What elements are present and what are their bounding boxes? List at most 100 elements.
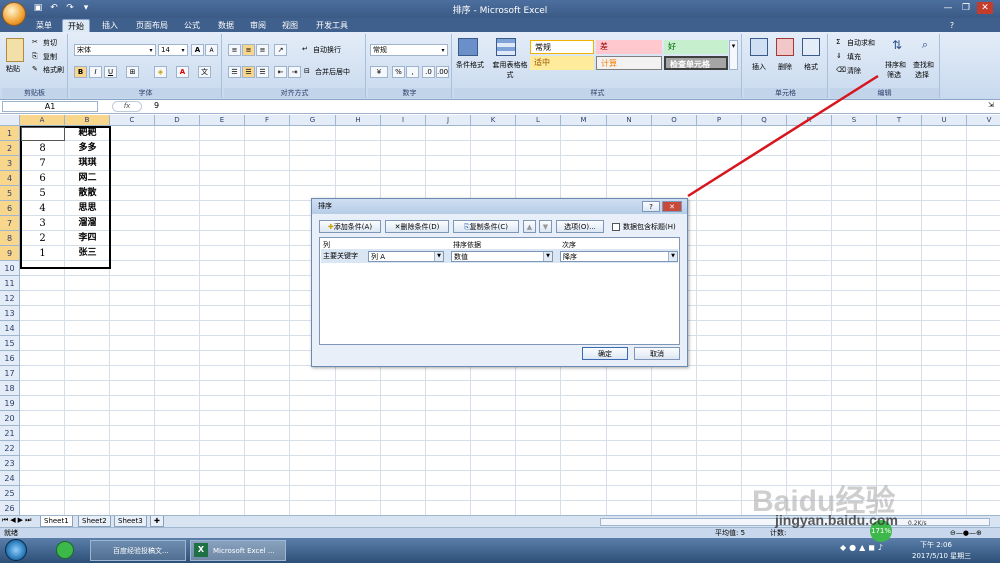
sheet-tab-1[interactable]: Sheet1 xyxy=(40,516,73,527)
tray-icons[interactable]: ◆●▲◼♪ xyxy=(840,543,886,552)
align-top-icon[interactable]: ≡ xyxy=(228,44,241,56)
has-headers-checkbox[interactable] xyxy=(612,223,620,231)
format-cells-icon[interactable] xyxy=(802,38,820,56)
column-header-a[interactable]: A xyxy=(20,115,65,126)
align-bottom-icon[interactable]: ≡ xyxy=(256,44,269,56)
customize-qat-icon[interactable]: ▾ xyxy=(80,2,92,14)
conditional-format-button[interactable]: 条件格式 xyxy=(456,60,484,70)
tab-data[interactable]: 数据 xyxy=(212,19,240,32)
number-format-combo[interactable]: 常规 ▾ xyxy=(370,44,448,56)
row-header-13[interactable]: 13 xyxy=(0,306,20,321)
autosum-button[interactable]: Σ 自动求和 xyxy=(836,38,875,48)
close-button[interactable]: ✕ xyxy=(977,2,993,14)
column-header-n[interactable]: N xyxy=(607,115,652,126)
merge-center-button[interactable]: ⊟ 合并后居中 xyxy=(304,67,350,77)
column-header-d[interactable]: D xyxy=(155,115,200,126)
table-format-button[interactable]: 套用表格格式 xyxy=(490,60,530,80)
taskbar-item-browser[interactable]: 百度经验投稿文... xyxy=(90,540,186,561)
align-center-icon[interactable]: ☰ xyxy=(242,66,255,78)
minimize-button[interactable]: — xyxy=(940,2,956,14)
column-header-j[interactable]: J xyxy=(426,115,471,126)
insert-function-icon[interactable]: fx xyxy=(112,101,142,112)
active-cell[interactable] xyxy=(21,127,65,141)
style-bad[interactable]: 差 xyxy=(596,40,662,54)
binoculars-icon[interactable]: ⌕ xyxy=(916,38,934,56)
column-header-t[interactable]: T xyxy=(877,115,922,126)
row-header-4[interactable]: 4 xyxy=(0,171,20,186)
increase-indent-icon[interactable]: ⇥ xyxy=(288,66,301,78)
row-header-26[interactable]: 26 xyxy=(0,501,20,515)
expand-formula-bar-icon[interactable]: ⇲ xyxy=(988,101,998,112)
row-header-7[interactable]: 7 xyxy=(0,216,20,231)
tab-developer[interactable]: 开发工具 xyxy=(310,19,354,32)
align-left-icon[interactable]: ☰ xyxy=(228,66,241,78)
tab-page-layout[interactable]: 页面布局 xyxy=(132,19,172,32)
sort-filter-icon[interactable]: ⇅ xyxy=(888,38,906,56)
find-select-button-line2[interactable]: 选择 xyxy=(915,70,929,80)
insert-cells-icon[interactable] xyxy=(750,38,768,56)
phonetic-icon[interactable]: 文 xyxy=(198,66,211,78)
row-header-11[interactable]: 11 xyxy=(0,276,20,291)
orientation-icon[interactable]: ↗ xyxy=(274,44,287,56)
copy-button[interactable]: ⎘ 复制 xyxy=(32,52,57,62)
row-header-1[interactable]: 1 xyxy=(0,126,20,141)
row-header-2[interactable]: 2 xyxy=(0,141,20,156)
start-button[interactable] xyxy=(5,539,27,561)
browser-icon[interactable] xyxy=(56,541,74,559)
office-button[interactable] xyxy=(2,2,26,26)
tab-view[interactable]: 视图 xyxy=(276,19,304,32)
row-header-3[interactable]: 3 xyxy=(0,156,20,171)
sort-order-select[interactable]: 降序 ▼ xyxy=(560,251,678,262)
clear-button[interactable]: ⌫清除 xyxy=(836,66,861,76)
row-header-20[interactable]: 20 xyxy=(0,411,20,426)
row-header-6[interactable]: 6 xyxy=(0,201,20,216)
insert-sheet-icon[interactable]: ✚ xyxy=(150,516,164,527)
undo-icon[interactable]: ↶ xyxy=(48,2,60,14)
style-neutral[interactable]: 适中 xyxy=(530,56,594,70)
find-select-button[interactable]: 查找和 xyxy=(913,60,934,70)
cancel-button[interactable]: 取消 xyxy=(634,347,680,360)
font-name-combo[interactable]: 宋体 ▾ xyxy=(74,44,156,56)
formula-input[interactable]: 9 xyxy=(154,101,159,110)
row-header-23[interactable]: 23 xyxy=(0,456,20,471)
format-painter-button[interactable]: ✎ 格式刷 xyxy=(32,65,64,75)
column-header-r[interactable]: R xyxy=(787,115,832,126)
decrease-indent-icon[interactable]: ⇤ xyxy=(274,66,287,78)
clock-time[interactable]: 下午 2:06 xyxy=(920,540,952,550)
redo-icon[interactable]: ↷ xyxy=(64,2,76,14)
column-header-p[interactable]: P xyxy=(697,115,742,126)
format-cells-button[interactable]: 格式 xyxy=(804,62,818,72)
table-format-icon[interactable] xyxy=(496,38,516,56)
row-header-5[interactable]: 5 xyxy=(0,186,20,201)
delete-cells-icon[interactable] xyxy=(776,38,794,56)
row-header-15[interactable]: 15 xyxy=(0,336,20,351)
delete-cells-button[interactable]: 删除 xyxy=(778,62,792,72)
row-header-14[interactable]: 14 xyxy=(0,321,20,336)
name-box[interactable]: A1 xyxy=(2,101,98,112)
column-header-e[interactable]: E xyxy=(200,115,245,126)
column-header-q[interactable]: Q xyxy=(742,115,787,126)
align-middle-icon[interactable]: ≡ xyxy=(242,44,255,56)
column-header-u[interactable]: U xyxy=(922,115,967,126)
sheet-tab-2[interactable]: Sheet2 xyxy=(78,516,111,527)
font-size-combo[interactable]: 14 ▾ xyxy=(158,44,188,56)
fill-button[interactable]: ⇓ 填充 xyxy=(836,52,861,62)
tab-formulas[interactable]: 公式 xyxy=(178,19,206,32)
bold-button[interactable]: B xyxy=(74,66,87,78)
shrink-font-button[interactable]: A xyxy=(205,44,218,56)
delete-level-button[interactable]: ✕删除条件(D) xyxy=(385,220,449,233)
sort-on-select[interactable]: 数值 ▼ xyxy=(451,251,553,262)
fill-color-icon[interactable]: ◈ xyxy=(154,66,167,78)
style-normal[interactable]: 常规 xyxy=(530,40,594,54)
tab-home[interactable]: 开始 xyxy=(62,19,90,32)
font-color-icon[interactable]: A xyxy=(176,66,189,78)
column-header-f[interactable]: F xyxy=(245,115,290,126)
border-icon[interactable]: ⊞ xyxy=(126,66,139,78)
conditional-format-icon[interactable] xyxy=(458,38,478,56)
column-header-g[interactable]: G xyxy=(290,115,336,126)
row-header-22[interactable]: 22 xyxy=(0,441,20,456)
column-header-s[interactable]: S xyxy=(832,115,877,126)
decrease-decimal-icon[interactable]: .00 xyxy=(436,66,449,78)
tab-insert[interactable]: 插入 xyxy=(96,19,124,32)
dialog-close-button[interactable]: ✕ xyxy=(662,201,682,212)
